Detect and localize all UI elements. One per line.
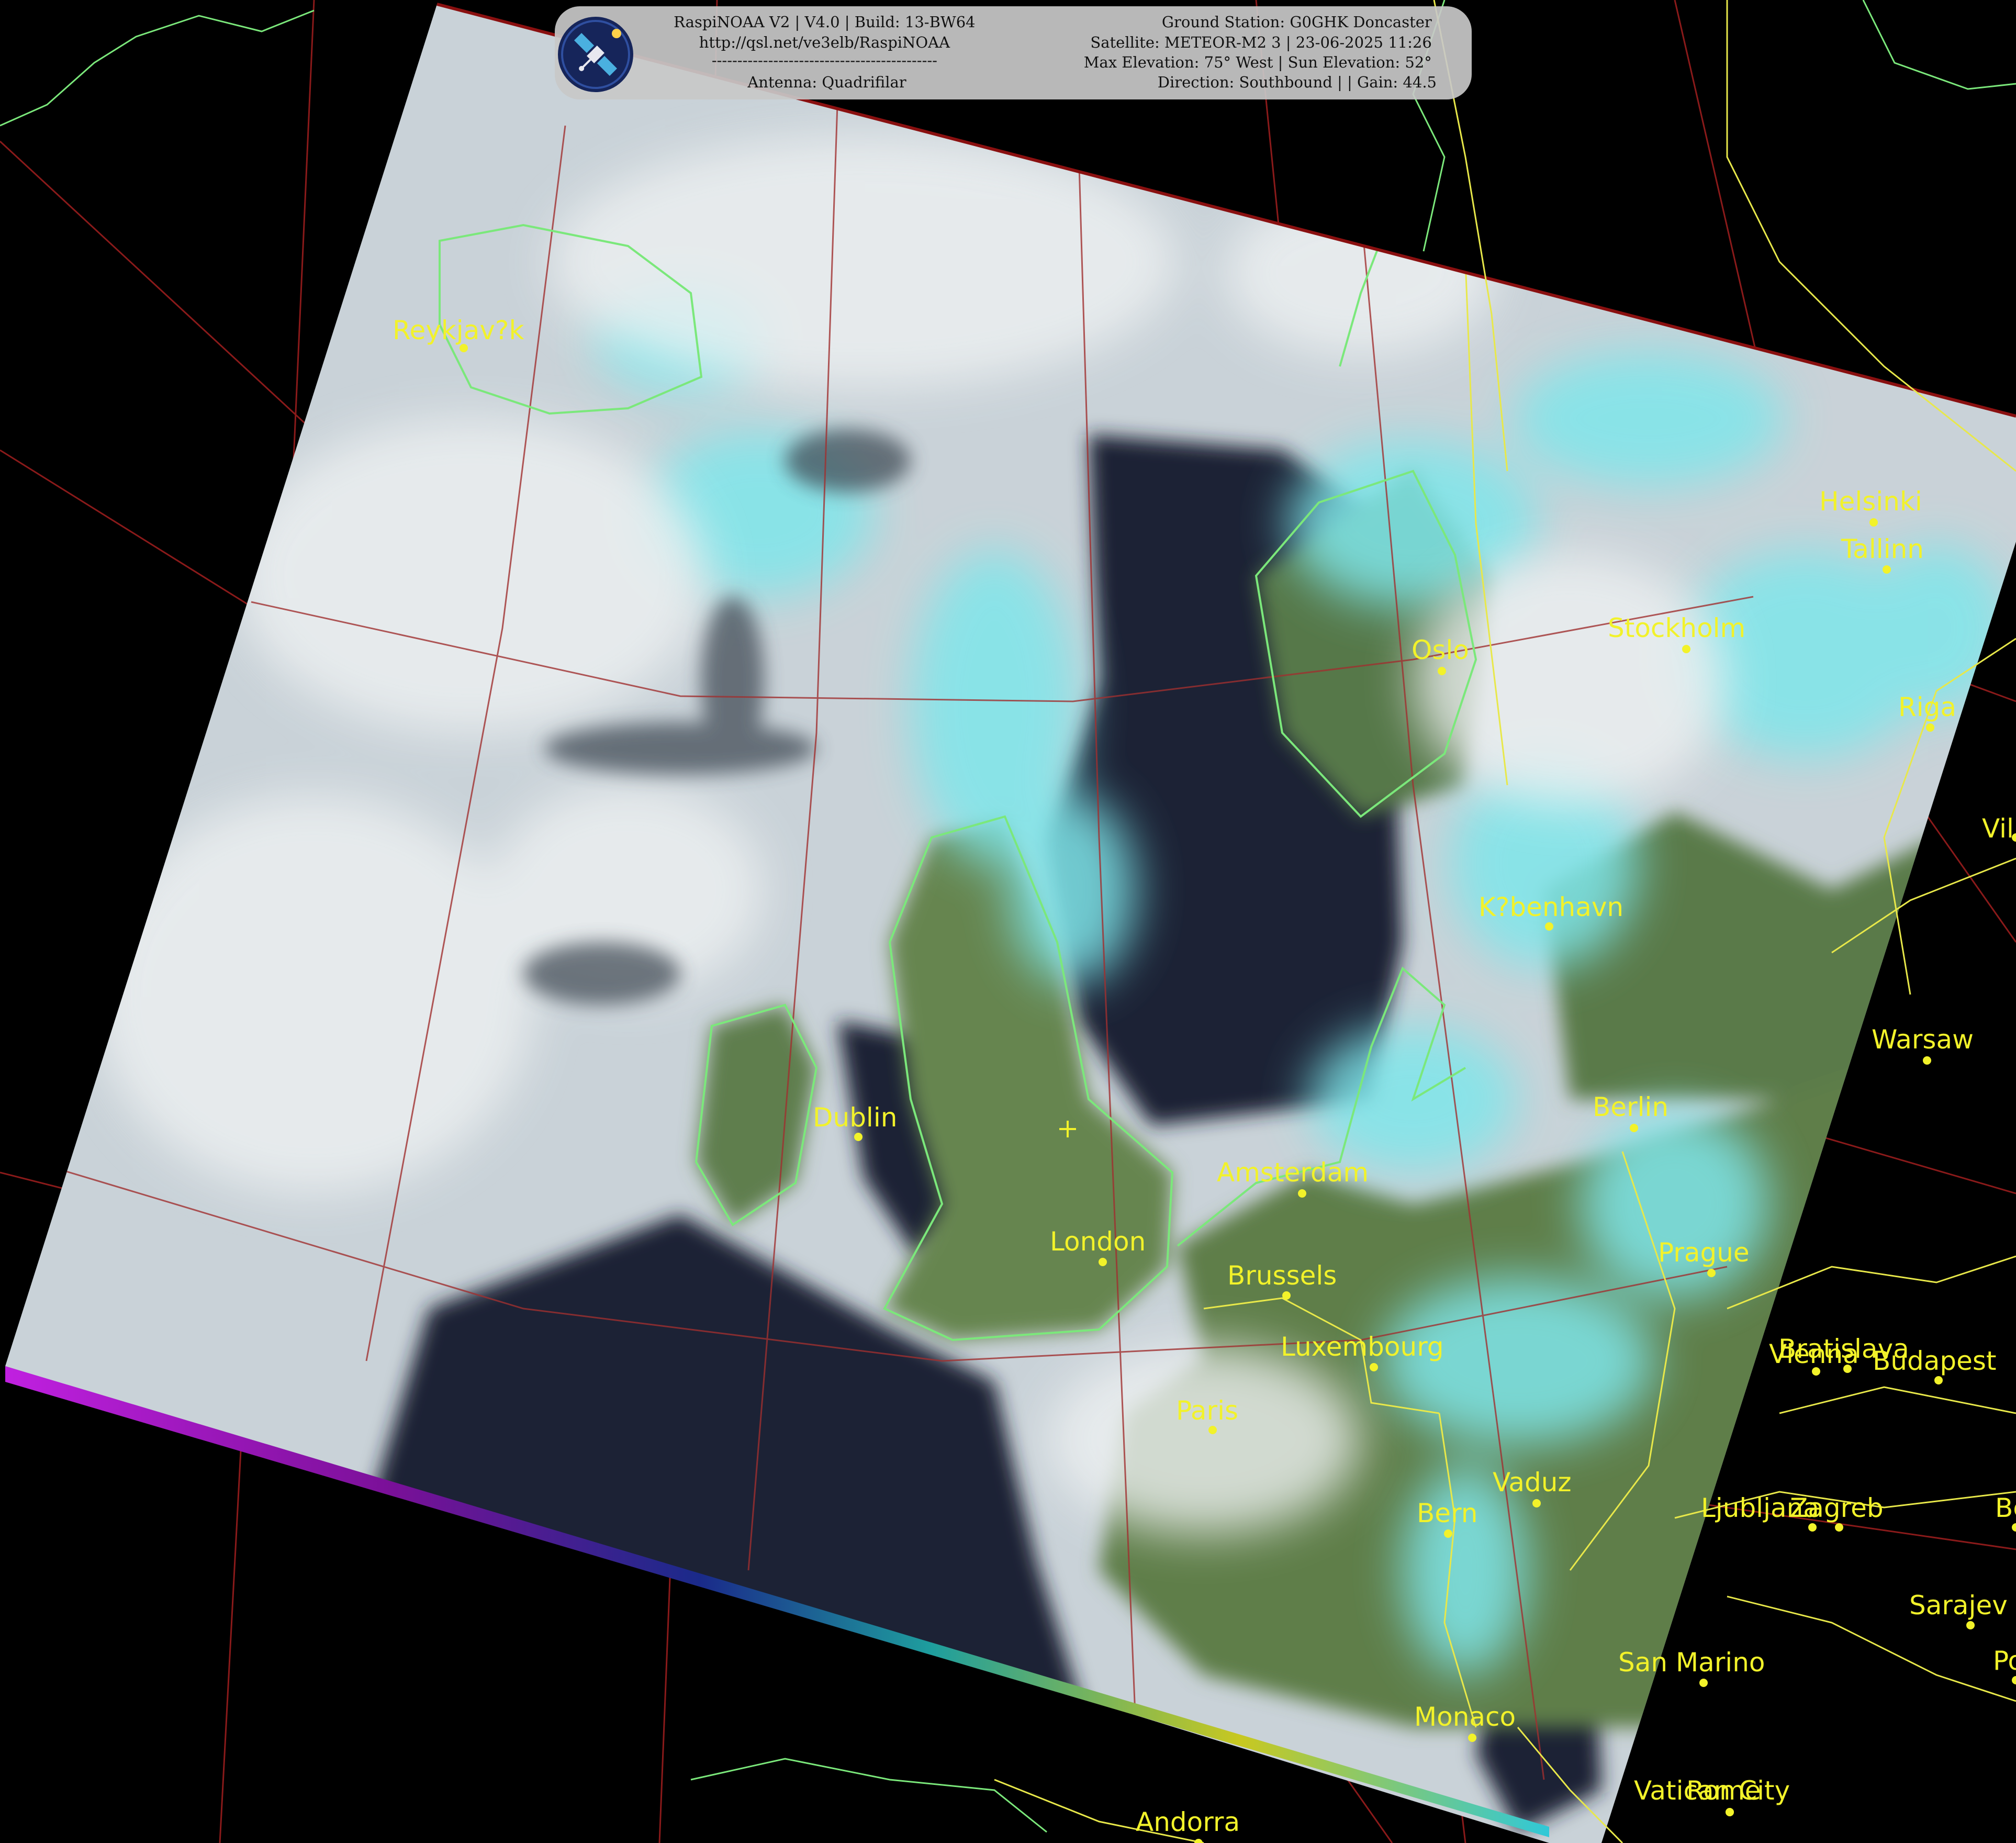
city-dot (1282, 1291, 1291, 1300)
city-dot (1099, 1258, 1107, 1266)
city-label: K?benhavn (1479, 892, 1623, 922)
city-label: London (1050, 1226, 1146, 1257)
city-dot (1682, 645, 1690, 653)
city-label: Vienna (1769, 1339, 1859, 1369)
city-label: Sarajev (1909, 1590, 2008, 1621)
city-dot (1370, 1363, 1378, 1371)
satellite-icon (558, 17, 633, 92)
city-dot (1699, 1679, 1708, 1687)
city-dot (1532, 1499, 1541, 1507)
city-label: Budapest (1873, 1346, 1997, 1376)
city-label: Be (1995, 1493, 2016, 1523)
city-dot (1630, 1124, 1638, 1132)
city-label: Oslo (1412, 635, 1469, 665)
city-dot (1808, 1523, 1817, 1532)
city-dot (1926, 723, 1934, 732)
header-left-line-3: ----------------------------------------… (712, 51, 937, 69)
city-dot (1707, 1269, 1716, 1277)
header-right-line-4: Direction: Southbound | | Gain: 44.5 (1158, 73, 1437, 91)
city-dot (1208, 1426, 1217, 1434)
city-label: Reykjav?k (393, 315, 524, 345)
header-left-line-1: RaspiNOAA V2 | V4.0 | Build: 13-BW64 (674, 13, 975, 31)
city-dot (1966, 1621, 1975, 1629)
city-dot (1726, 1808, 1734, 1816)
city-label: Zagreb (1790, 1493, 1884, 1523)
header-left-line-4: Antenna: Quadrifilar (747, 73, 906, 91)
city-label: Warsaw (1872, 1024, 1974, 1055)
city-dot (1934, 1376, 1943, 1384)
satellite-map: Reykjav?k Helsinki Tallinn Oslo Stockholm Rig… (0, 0, 2016, 1843)
header-right-line-1: Ground Station: G0GHK Doncaster (1162, 13, 1432, 31)
header-right-line-3: Max Elevation: 75° West | Sun Elevation:… (1084, 53, 1432, 71)
city-label: Pod (1993, 1646, 2016, 1676)
city-label: Brussels (1227, 1260, 1337, 1291)
city-dot (1545, 922, 1553, 931)
city-dot (1468, 1734, 1476, 1742)
city-label: Berlin (1593, 1092, 1668, 1122)
city-label: Monaco (1414, 1702, 1516, 1732)
city-label: Bern (1417, 1498, 1477, 1528)
city-dot (1923, 1056, 1931, 1065)
city-label: Dublin (813, 1102, 897, 1133)
header-left-line-2: http://qsl.net/ve3elb/RaspiNOAA (699, 33, 950, 51)
city-dot (1883, 565, 1891, 574)
city-dot (1835, 1523, 1843, 1532)
city-label: Luxembourg (1281, 1332, 1444, 1362)
city-label: Riga (1898, 692, 1956, 722)
city-label: Vaduz (1493, 1467, 1572, 1498)
city-viln: Viln (1982, 813, 2016, 844)
city-label: San Marino (1618, 1647, 1765, 1678)
header-right-line-2: Satellite: METEOR-M2 3 | 23-06-2025 11:2… (1090, 33, 1431, 51)
city-dot (1444, 1529, 1452, 1538)
city-label: Viln (1982, 813, 2016, 844)
city-label: Stockholm (1608, 613, 1745, 643)
city-dot (854, 1133, 863, 1141)
city-dot (1438, 667, 1446, 675)
city-label: Helsinki (1819, 486, 1922, 517)
city-label: Amsterdam (1217, 1157, 1369, 1188)
header-banner: RaspiNOAA V2 | V4.0 | Build: 13-BW64 htt… (555, 6, 1472, 99)
city-dot (1298, 1189, 1306, 1198)
city-label: Andorra (1136, 1807, 1240, 1837)
city-dot (1869, 518, 1878, 527)
city-label: Paris (1176, 1395, 1238, 1426)
city-label: Prague (1658, 1237, 1750, 1268)
city-label: Tallinn (1841, 534, 1924, 564)
city-label: Rome (1686, 1775, 1761, 1806)
